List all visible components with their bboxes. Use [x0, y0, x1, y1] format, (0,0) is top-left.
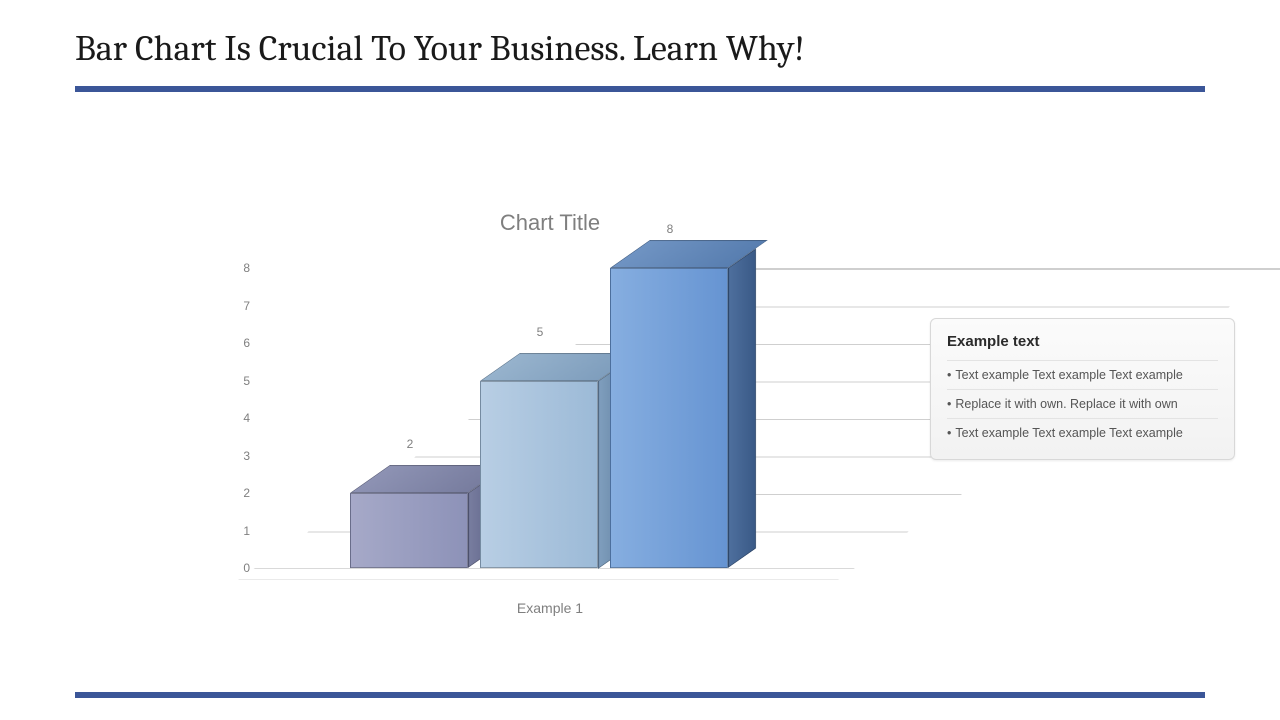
- data-label: 8: [667, 222, 674, 236]
- y-tick: 2: [243, 486, 250, 500]
- y-axis: 0 1 2 3 4 5 6 7 8: [220, 268, 250, 568]
- chart-bars: 2 5 8: [350, 268, 850, 568]
- y-tick: 7: [243, 299, 250, 313]
- list-item: Text example Text example Text example: [947, 360, 1218, 389]
- divider-bottom: [75, 692, 1205, 698]
- page-title: Bar Chart Is Crucial To Your Business. L…: [75, 28, 805, 69]
- info-textbox: Example text Text example Text example T…: [930, 318, 1235, 460]
- y-tick: 4: [243, 411, 250, 425]
- y-tick: 1: [243, 524, 250, 538]
- y-tick: 5: [243, 374, 250, 388]
- bar-chart: Chart Title 0 1 2 3 4 5 6 7 8 2: [210, 210, 890, 630]
- y-tick: 3: [243, 449, 250, 463]
- divider-top: [75, 86, 1205, 92]
- x-axis-label: Example 1: [210, 600, 890, 616]
- list-item: Text example Text example Text example: [947, 418, 1218, 447]
- y-tick: 6: [243, 336, 250, 350]
- y-tick: 0: [243, 561, 250, 575]
- chart-title: Chart Title: [210, 210, 890, 236]
- slide: Bar Chart Is Crucial To Your Business. L…: [0, 0, 1280, 720]
- list-item: Replace it with own. Replace it with own: [947, 389, 1218, 418]
- textbox-title: Example text: [947, 333, 1218, 350]
- data-label: 5: [537, 325, 544, 339]
- y-tick: 8: [243, 261, 250, 275]
- textbox-list: Text example Text example Text example R…: [947, 360, 1218, 447]
- chart-floor: [238, 568, 855, 580]
- data-label: 2: [407, 437, 414, 451]
